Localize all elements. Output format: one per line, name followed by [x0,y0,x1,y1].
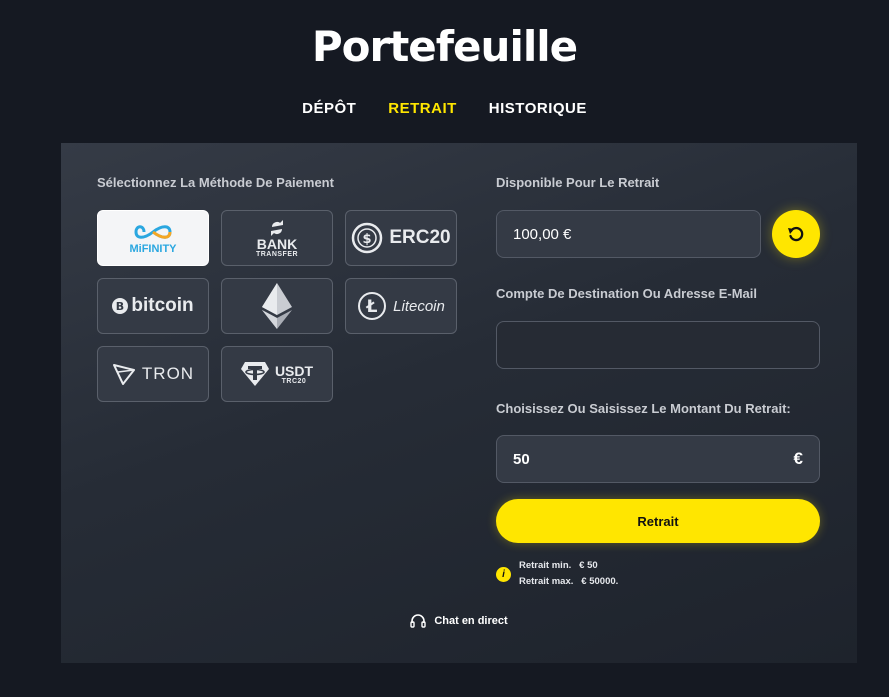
svg-text:B: B [116,300,124,313]
method-mifinity[interactable]: MiFINITY [97,210,209,266]
method-ethereum[interactable] [221,278,333,334]
amount-value: 50 [513,450,530,468]
method-bank-label: BANK [256,235,298,252]
method-erc20-label: ERC20 [389,227,451,248]
withdraw-button[interactable]: Retrait [496,499,820,543]
tab-withdraw[interactable]: RETRAIT [388,100,457,117]
tab-history[interactable]: HISTORIQUE [489,100,587,117]
max-limit: Retrait max. € 50000. [519,576,619,587]
currency-symbol: € [793,449,803,468]
method-tron-label: TRON [141,364,195,383]
method-usdt[interactable]: USDT TRC20 [221,346,333,402]
payment-methods-grid: MiFINITY BANK TRANSFER $ ERC20 B bitcoin… [97,210,457,402]
method-litecoin[interactable]: Ł Litecoin [345,278,457,334]
method-erc20[interactable]: $ ERC20 [345,210,457,266]
ethereum-icon [262,283,292,329]
live-chat-link[interactable]: Chat en direct [61,613,857,629]
tab-deposit[interactable]: DÉPÔT [302,100,356,117]
method-litecoin-label: Litecoin [393,297,445,315]
tron-icon [112,364,135,385]
withdraw-limits: i Retrait min. € 50 Retrait max. € 50000… [496,558,618,590]
litecoin-icon: Ł [358,292,387,320]
wallet-tabs: DÉPÔT RETRAIT HISTORIQUE [0,100,889,117]
dollar-circle-icon: $ [352,222,383,254]
method-bank-sub: TRANSFER [255,250,299,258]
destination-label: Compte De Destination Ou Adresse E-Mail [496,286,758,301]
method-tron[interactable]: TRON [97,346,209,402]
destination-input[interactable] [496,321,820,369]
method-bitcoin-label: bitcoin [131,295,194,316]
method-usdt-sub: TRC20 [281,377,307,385]
infinity-icon [134,224,172,239]
method-usdt-label: USDT [274,362,314,379]
payment-method-label: Sélectionnez La Méthode De Paiement [97,175,334,190]
amount-label: Choisissez Ou Saisissez Le Montant Du Re… [496,401,791,416]
page-title: Portefeuille [311,22,578,71]
available-label: Disponible Pour Le Retrait [496,175,660,190]
bitcoin-icon: B [112,298,129,314]
available-amount-field: 100,00 € [496,210,761,258]
svg-text:$: $ [363,232,372,247]
min-limit: Retrait min. € 50 [519,560,598,571]
method-bank-transfer[interactable]: BANK TRANSFER [221,210,333,266]
headset-icon [410,614,427,628]
transfer-arrows-icon [271,219,283,236]
available-amount-value: 100,00 € [513,225,572,243]
info-icon: i [496,566,511,582]
svg-text:Ł: Ł [366,297,378,317]
tether-icon [240,362,269,386]
method-mifinity-label: MiFINITY [129,242,177,255]
withdraw-panel: Sélectionnez La Méthode De Paiement MiFI… [61,143,857,663]
refresh-button[interactable] [772,210,820,258]
method-bitcoin[interactable]: B bitcoin [97,278,209,334]
live-chat-label: Chat en direct [434,615,508,627]
refresh-icon [788,226,804,242]
amount-input[interactable]: 50 € [496,435,820,483]
